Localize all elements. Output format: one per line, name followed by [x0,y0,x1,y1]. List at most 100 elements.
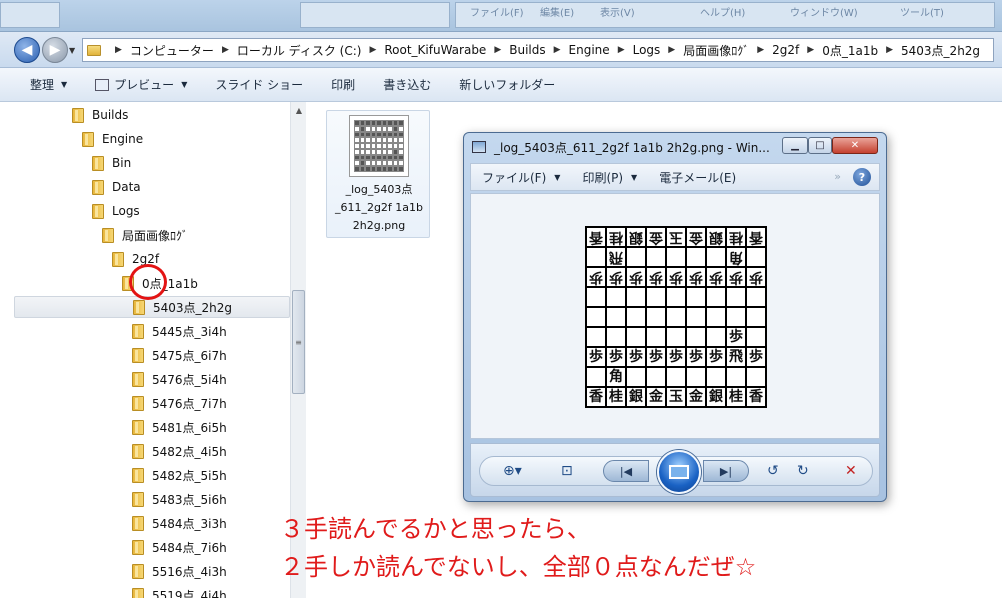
print-button[interactable]: 印刷 [317,73,369,97]
tree-item[interactable]: Logs [92,200,140,222]
file-thumbnail[interactable]: _log_5403点 _611_2g2f 1a1b 2h2g.png [326,110,430,238]
zoom-icon[interactable]: ⊕▾ [503,463,522,479]
tree-item[interactable]: 5484点_7i6h [132,536,227,558]
breadcrumb-item[interactable]: ▶ 局面画像ﾛｸﾞ [660,42,749,59]
board-square [646,327,666,347]
minimize-button[interactable]: ▁ [782,137,808,154]
shogi-piece: 香 [749,389,763,405]
slideshow-button[interactable]: スライド ショー [201,73,317,97]
tree-item[interactable]: Data [92,176,141,198]
rotate-clockwise-icon[interactable]: ↻ [797,463,809,479]
breadcrumb-separator-icon[interactable]: ▶ [886,45,893,55]
breadcrumb-item[interactable]: ▶ コンピューター [107,42,214,59]
photo-viewer-icon [472,141,486,153]
next-button[interactable]: ▶| [703,460,749,482]
preview-button[interactable]: プレビュー ▼ [81,73,201,97]
shogi-piece: 銀 [709,229,723,245]
history-dropdown-icon[interactable]: ▼ [69,46,75,55]
breadcrumb-separator-icon[interactable]: ▶ [668,45,675,55]
tree-item[interactable]: 5516点_4i3h [132,560,227,582]
previous-button[interactable]: |◀ [603,460,649,482]
image-canvas[interactable]: 香桂銀金玉金銀桂香飛角歩歩歩歩歩歩歩歩歩歩歩歩歩歩歩歩歩飛歩角香桂銀金玉金銀桂香 [470,193,880,439]
address-breadcrumb[interactable]: ▶ コンピューター ▶ ローカル ディスク (C:) ▶ Root_KifuWarabe ▶… [82,38,994,62]
navigation-pane[interactable]: Builds Engine Bin Data Logs 局面画像ﾛｸﾞ 2g2f 0点_1a1… [14,102,306,598]
actual-size-icon[interactable]: ⊡ [561,463,573,479]
tree-item-label: Builds [92,108,129,122]
maximize-button[interactable]: □ [808,137,832,154]
tree-item[interactable]: 5483点_5i6h [132,488,227,510]
board-square [746,367,766,387]
background-window-strip: ファイル(F) 編集(E) 表示(V) ヘルプ(H) ウィンドウ(W) ツール(… [0,0,1002,32]
tree-item[interactable]: 5476点_5i4h [132,368,227,390]
new-folder-button[interactable]: 新しいフォルダー [445,73,569,97]
breadcrumb-separator-icon[interactable]: ▶ [554,45,561,55]
back-button[interactable]: ◀ [14,37,40,63]
folder-icon [132,419,144,435]
shogi-piece: 歩 [609,269,623,285]
folder-icon [132,395,144,411]
organize-button[interactable]: 整理 ▼ [0,73,81,97]
rotate-counterclockwise-icon[interactable]: ↺ [767,463,779,479]
tree-item[interactable]: 5445点_3i4h [132,320,227,342]
breadcrumb-separator-icon[interactable]: ▶ [807,45,814,55]
shogi-piece: 歩 [689,269,703,285]
board-square [706,307,726,327]
tree-item-label: 5476点_7i7h [152,396,227,411]
tree-item[interactable]: 局面画像ﾛｸﾞ [102,224,188,246]
board-square: 香 [746,387,766,407]
menu-file[interactable]: ファイル(F) ▼ [471,169,571,186]
tree-item[interactable]: 5475点_6i7h [132,344,227,366]
breadcrumb-label: 2g2f [772,43,800,57]
board-square: 歩 [706,347,726,367]
folder-icon [132,491,144,507]
breadcrumb-item[interactable]: ▶ Builds [486,43,545,57]
burn-button[interactable]: 書き込む [369,73,445,97]
breadcrumb-separator-icon[interactable]: ▶ [115,45,122,55]
breadcrumb-item[interactable]: ▶ 2g2f [749,43,799,57]
breadcrumb-separator-icon[interactable]: ▶ [494,45,501,55]
tree-item[interactable]: 5481点_6i5h [132,416,227,438]
folder-icon [132,443,144,459]
breadcrumb-separator-icon[interactable]: ▶ [618,45,625,55]
scroll-thumb[interactable]: ≡ [292,290,305,394]
folder-icon [132,323,144,339]
breadcrumb-item[interactable]: ▶ Root_KifuWarabe [361,43,486,57]
tree-item-label: 5482点_5i5h [152,468,227,483]
delete-icon[interactable]: ✕ [845,463,857,479]
tree-item[interactable]: Bin [92,152,131,174]
tree-item[interactable]: 5476点_7i7h [132,392,227,414]
slideshow-play-button[interactable] [657,450,701,494]
tree-item[interactable]: 5482点_4i5h [132,440,227,462]
scroll-up-icon[interactable]: ▲ [291,102,307,118]
breadcrumb-separator-icon[interactable]: ▶ [222,45,229,55]
tree-item[interactable]: 5484点_3i3h [132,512,227,534]
breadcrumb-separator-icon[interactable]: ▶ [757,45,764,55]
tree-item[interactable]: Builds [72,104,128,126]
folder-icon [132,587,144,598]
board-square [586,327,606,347]
menu-email[interactable]: 電子メール(E) [648,169,747,186]
close-button[interactable]: ✕ [832,137,878,154]
menu-print[interactable]: 印刷(P) ▼ [571,169,648,186]
breadcrumb-item[interactable]: ▶ 5403点_2h2g [878,42,980,59]
help-icon[interactable]: ? [853,168,871,186]
breadcrumb-item[interactable]: ▶ ローカル ディスク (C:) [214,42,362,59]
photo-viewer-window[interactable]: _log_5403点_611_2g2f 1a1b 2h2g.png - Win.… [463,132,887,502]
board-square [626,367,646,387]
board-square: 銀 [626,227,646,247]
board-square [606,287,626,307]
forward-button[interactable]: ▶ [42,37,68,63]
tree-item[interactable]: 5519点_4i4h [132,584,227,598]
board-square [626,287,646,307]
tree-item-label: 5403点_2h2g [153,300,233,315]
breadcrumb-item[interactable]: ▶ Logs [610,43,661,57]
breadcrumb-item[interactable]: ▶ Engine [546,43,610,57]
board-square: 桂 [726,227,746,247]
board-square [686,287,706,307]
breadcrumb-separator-icon[interactable]: ▶ [369,45,376,55]
breadcrumb-item[interactable]: ▶ 0点_1a1b [799,42,878,59]
more-menu-icon[interactable]: » [834,170,841,183]
tree-item[interactable]: 5482点_5i5h [132,464,227,486]
tree-item[interactable]: Engine [82,128,143,150]
folder-icon [102,227,114,243]
